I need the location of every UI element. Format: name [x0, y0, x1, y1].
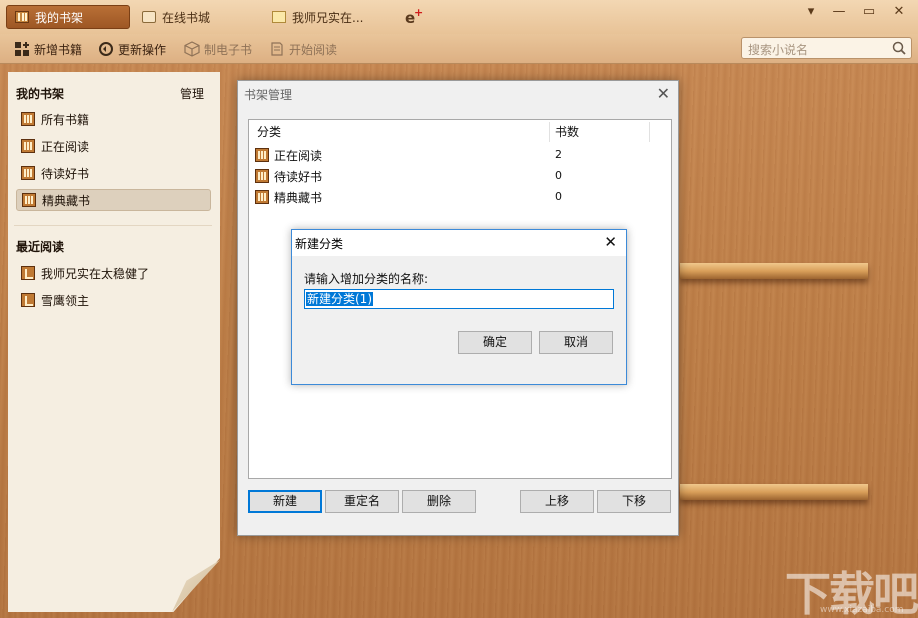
tab-label: 我师兄实在...: [292, 10, 364, 25]
bookshelf-icon: [15, 11, 29, 23]
menu-dropdown-button[interactable]: ▾: [800, 4, 822, 20]
column-separator: [649, 122, 650, 142]
svg-text:+: +: [414, 7, 423, 19]
close-icon: ✕: [656, 84, 670, 103]
book-icon: [272, 11, 286, 23]
dialog-close-button[interactable]: ✕: [657, 84, 670, 103]
tab-label: 我的书架: [35, 10, 84, 25]
recent-item[interactable]: 雪鹰领主: [16, 289, 211, 311]
category-count: 0: [555, 169, 562, 182]
bookshelf-plank: [680, 484, 868, 500]
dialog-close-button[interactable]: ✕: [604, 233, 617, 251]
sidebar-item-all-books[interactable]: 所有书籍: [16, 108, 211, 130]
tab-current-book[interactable]: 我师兄实在...: [264, 5, 388, 29]
cube-icon: [184, 41, 200, 57]
category-name-input[interactable]: 新建分类(1): [304, 289, 614, 309]
dialog-titlebar: 新建分类 ✕: [292, 230, 626, 256]
open-book-icon: [269, 41, 285, 57]
sidebar-item-label: 正在阅读: [41, 139, 90, 154]
column-header-category[interactable]: 分类: [257, 120, 281, 144]
shelf-category-icon: [22, 193, 36, 207]
sidebar-item-to-read[interactable]: 待读好书: [16, 162, 211, 184]
shelf-category-icon: [255, 148, 269, 162]
search-icon[interactable]: [892, 41, 906, 55]
new-tab-button[interactable]: e +: [404, 6, 424, 27]
all-books-icon: [21, 112, 35, 126]
delete-button[interactable]: 删除: [402, 490, 476, 513]
ie-add-icon: e +: [405, 6, 423, 27]
shelf-category-icon: [21, 139, 35, 153]
bookshelf-plank: [680, 263, 868, 279]
rename-button[interactable]: 重定名: [325, 490, 399, 513]
shelf-category-icon: [21, 166, 35, 180]
dialog-title: 新建分类: [295, 237, 344, 251]
menu-dropdown-icon: ▾: [807, 4, 815, 19]
close-icon: ✕: [893, 4, 905, 19]
sidebar-divider: [14, 225, 212, 226]
tab-my-bookshelf[interactable]: 我的书架: [6, 5, 130, 29]
table-row[interactable]: 正在阅读: [255, 145, 322, 165]
tab-label: 在线书城: [162, 10, 211, 25]
sidebar-item-label: 待读好书: [41, 166, 90, 181]
move-up-button[interactable]: 上移: [520, 490, 594, 513]
sidebar-item-classics[interactable]: 精典藏书: [16, 189, 211, 211]
table-row[interactable]: 待读好书: [255, 166, 322, 186]
input-prompt: 请输入增加分类的名称:: [304, 272, 429, 286]
add-books-button[interactable]: 新增书籍: [14, 40, 82, 58]
new-category-button[interactable]: 新建: [248, 490, 322, 513]
sidebar-item-reading[interactable]: 正在阅读: [16, 135, 211, 157]
recent-book-icon: [21, 266, 35, 280]
shelf-category-icon: [255, 190, 269, 204]
recent-book-icon: [21, 293, 35, 307]
recent-item-label: 雪鹰领主: [41, 293, 90, 308]
new-category-dialog: 新建分类 ✕ 请输入增加分类的名称: 新建分类(1) 确定 取消: [291, 229, 627, 385]
search-placeholder: 搜索小说名: [748, 43, 809, 57]
ok-button[interactable]: 确定: [458, 331, 532, 354]
category-count: 0: [555, 190, 562, 203]
start-reading-label: 开始阅读: [289, 42, 338, 57]
watermark-url: www.xiazaiba.com: [820, 605, 904, 615]
search-input[interactable]: 搜索小说名: [741, 37, 912, 59]
update-label: 更新操作: [118, 42, 167, 57]
table-row[interactable]: 精典藏书: [255, 187, 322, 207]
manage-link[interactable]: 管理: [180, 85, 204, 102]
refresh-icon: [98, 41, 114, 57]
cancel-button[interactable]: 取消: [539, 331, 613, 354]
add-books-label: 新增书籍: [34, 42, 83, 57]
sidebar-item-label: 所有书籍: [41, 112, 90, 127]
make-ebook-label: 制电子书: [204, 42, 253, 57]
make-ebook-button[interactable]: 制电子书: [184, 40, 252, 58]
category-name: 精典藏书: [274, 190, 323, 205]
online-store-icon: [142, 11, 156, 23]
start-reading-button[interactable]: 开始阅读: [269, 40, 337, 58]
sidebar-item-label: 精典藏书: [42, 193, 91, 208]
minimize-button[interactable]: —: [828, 4, 850, 20]
selected-input-text: 新建分类(1): [306, 292, 373, 306]
minimize-icon: —: [832, 4, 846, 19]
shelf-category-icon: [255, 169, 269, 183]
dialog-title: 书架管理: [244, 88, 293, 102]
recent-reading-heading: 最近阅读: [16, 240, 65, 254]
close-window-button[interactable]: ✕: [888, 4, 910, 20]
category-name: 正在阅读: [274, 148, 323, 163]
close-icon: ✕: [604, 233, 617, 251]
column-header-count[interactable]: 书数: [555, 120, 579, 144]
category-name: 待读好书: [274, 169, 323, 184]
recent-item[interactable]: 我师兄实在太稳健了: [16, 262, 211, 284]
category-count: 2: [555, 148, 562, 161]
maximize-icon: ▭: [862, 4, 876, 19]
move-down-button[interactable]: 下移: [597, 490, 671, 513]
maximize-button[interactable]: ▭: [858, 4, 880, 20]
update-button[interactable]: 更新操作: [98, 40, 166, 58]
tab-online-store[interactable]: 在线书城: [134, 5, 258, 29]
column-separator: [549, 122, 550, 142]
my-shelf-heading: 我的书架: [16, 87, 65, 101]
recent-item-label: 我师兄实在太稳健了: [41, 266, 150, 281]
add-books-icon: [14, 41, 30, 57]
